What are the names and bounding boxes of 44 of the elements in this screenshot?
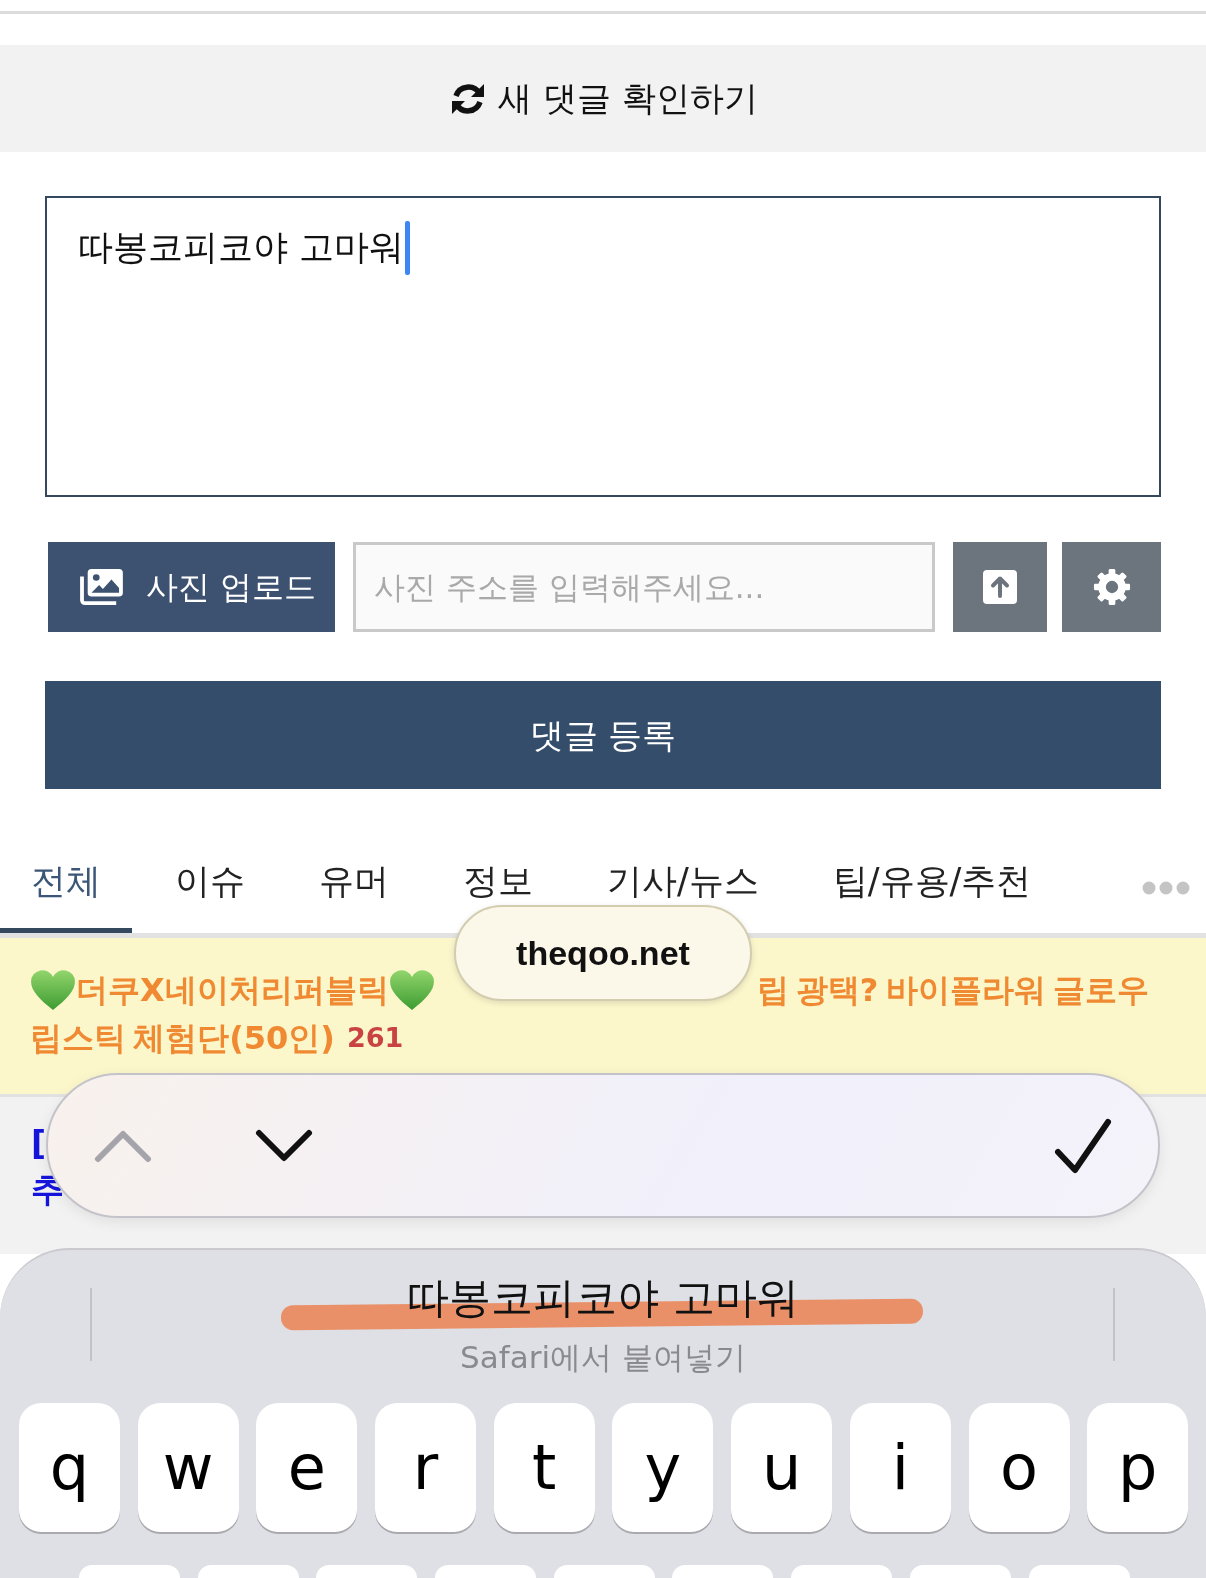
keyboard-key[interactable] bbox=[909, 1565, 1011, 1578]
submit-comment-button[interactable]: 댓글 등록 bbox=[45, 681, 1161, 789]
keyboard-key[interactable] bbox=[79, 1565, 180, 1578]
gear-icon bbox=[1092, 568, 1131, 606]
category-tab[interactable]: 유머 bbox=[288, 860, 420, 902]
notice-title: 립스틱 체험단(50인) bbox=[30, 1018, 335, 1059]
category-tab[interactable]: 이슈 bbox=[144, 860, 276, 902]
photo-url-field[interactable]: 사진 주소를 입력해주세요... bbox=[353, 542, 935, 632]
keyboard-key[interactable] bbox=[672, 1565, 774, 1578]
keyboard-key[interactable]: e bbox=[256, 1403, 358, 1532]
category-tab[interactable]: 팁/유용/추천 bbox=[801, 860, 1063, 902]
keyboard-key[interactable]: i bbox=[849, 1403, 951, 1532]
keyboard-key[interactable] bbox=[1028, 1565, 1130, 1578]
heart-icon bbox=[388, 969, 435, 1011]
photo-upload-button[interactable]: 사진 업로드 bbox=[48, 542, 335, 632]
comment-count: 261 bbox=[346, 1020, 404, 1055]
settings-button[interactable] bbox=[1062, 542, 1161, 632]
keyboard-key[interactable] bbox=[316, 1565, 418, 1578]
category-tab[interactable]: 전체 bbox=[0, 837, 132, 933]
keyboard-key[interactable]: w bbox=[137, 1403, 239, 1532]
more-dots-icon[interactable] bbox=[1142, 881, 1190, 895]
comment-textarea[interactable]: 따봉코피코야 고마워 bbox=[45, 196, 1161, 497]
post-title-text: [ bbox=[31, 1123, 47, 1165]
keyboard-key[interactable] bbox=[197, 1565, 299, 1578]
keyboard-key[interactable]: t bbox=[493, 1403, 595, 1532]
category-tab[interactable]: 정보 bbox=[432, 860, 564, 902]
heart-icon bbox=[30, 969, 76, 1011]
post-title-text: 추 bbox=[31, 1169, 64, 1211]
upload-button[interactable] bbox=[953, 542, 1047, 632]
keyboard-key[interactable]: o bbox=[968, 1403, 1070, 1532]
keyboard-key[interactable] bbox=[553, 1565, 655, 1578]
refresh-comments-button[interactable]: 새 댓글 확인하기 bbox=[0, 45, 1206, 152]
keyboard-key[interactable]: r bbox=[375, 1403, 477, 1532]
keyboard-key[interactable]: y bbox=[612, 1403, 714, 1532]
keyboard-key[interactable]: q bbox=[19, 1403, 120, 1532]
notice-title: 더쿠X네이처리퍼블릭 bbox=[76, 970, 389, 1011]
notice-title: 립 광택? 바이플라워 글로우 bbox=[756, 970, 1149, 1011]
images-icon bbox=[78, 568, 124, 606]
category-tab[interactable]: 기사/뉴스 bbox=[576, 860, 790, 902]
url-pill[interactable]: theqoo.net bbox=[454, 905, 752, 1001]
keyboard-key[interactable] bbox=[791, 1565, 893, 1578]
keyboard-key[interactable] bbox=[435, 1565, 537, 1578]
keyboard-key[interactable]: u bbox=[731, 1403, 833, 1532]
keyboard-key[interactable]: p bbox=[1087, 1403, 1189, 1532]
